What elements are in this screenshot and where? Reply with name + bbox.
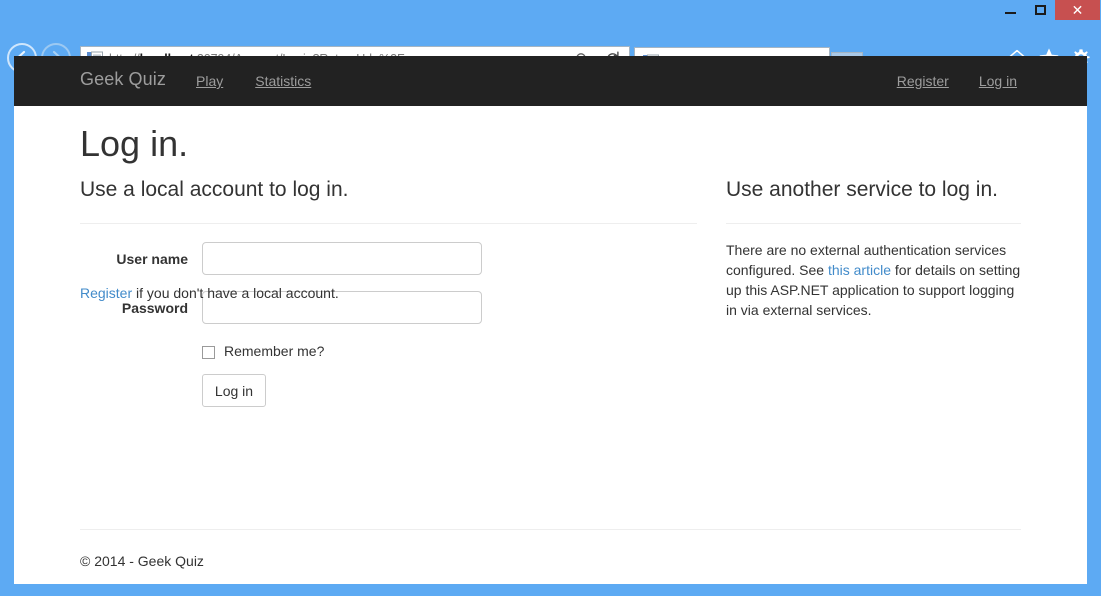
local-login-section: Use a local account to log in. User name… [80,178,697,407]
username-input[interactable] [202,242,482,275]
footer-copyright: © 2014 - Geek Quiz [80,553,204,569]
close-icon: ✕ [1072,3,1084,17]
window-maximize-button[interactable] [1025,0,1055,20]
page-viewport: Geek Quiz Play Statistics Register Log i… [14,56,1087,584]
nav-item-log-in[interactable]: Log in [979,73,1017,89]
form-row-username: User name [80,242,697,291]
nav-item-play[interactable]: Play [196,73,223,89]
username-label: User name [80,251,188,267]
page-title: Log in. [80,124,188,164]
title-bar: ✕ [0,0,1101,20]
remember-me-checkbox[interactable] [202,346,215,359]
footer-divider [80,529,1021,530]
local-login-heading: Use a local account to log in. [80,178,697,201]
site-navbar: Geek Quiz Play Statistics Register Log i… [14,56,1087,106]
nav-item-register[interactable]: Register [897,73,949,89]
browser-window: ✕ [0,0,1101,596]
register-prompt-rest: if you don't have a local account. [132,285,339,301]
browser-toolbar: http://localhost:20794/Account/Login?Ret… [0,20,1101,56]
site-nav-account: Register Log in [897,73,1017,89]
this-article-link[interactable]: this article [828,262,891,278]
external-login-section: Use another service to log in. There are… [726,178,1021,320]
form-row-submit: Log in [80,374,697,407]
remember-me-label[interactable]: Remember me? [224,343,324,359]
site-brand[interactable]: Geek Quiz [80,69,166,90]
password-label: Password [80,300,188,316]
external-login-note: There are no external authentication ser… [726,240,1021,320]
maximize-icon [1035,5,1046,15]
register-prompt: Register if you don't have a local accou… [80,285,339,301]
external-login-divider [726,223,1021,224]
window-minimize-button[interactable] [995,0,1025,20]
log-in-submit-button[interactable]: Log in [202,374,266,407]
window-close-button[interactable]: ✕ [1055,0,1100,20]
form-row-remember-me: Remember me? [80,340,697,374]
nav-item-statistics[interactable]: Statistics [255,73,311,89]
external-login-heading: Use another service to log in. [726,178,1021,201]
minimize-icon [1005,12,1016,14]
site-nav-primary: Play Statistics [196,73,311,89]
register-link[interactable]: Register [80,285,132,301]
